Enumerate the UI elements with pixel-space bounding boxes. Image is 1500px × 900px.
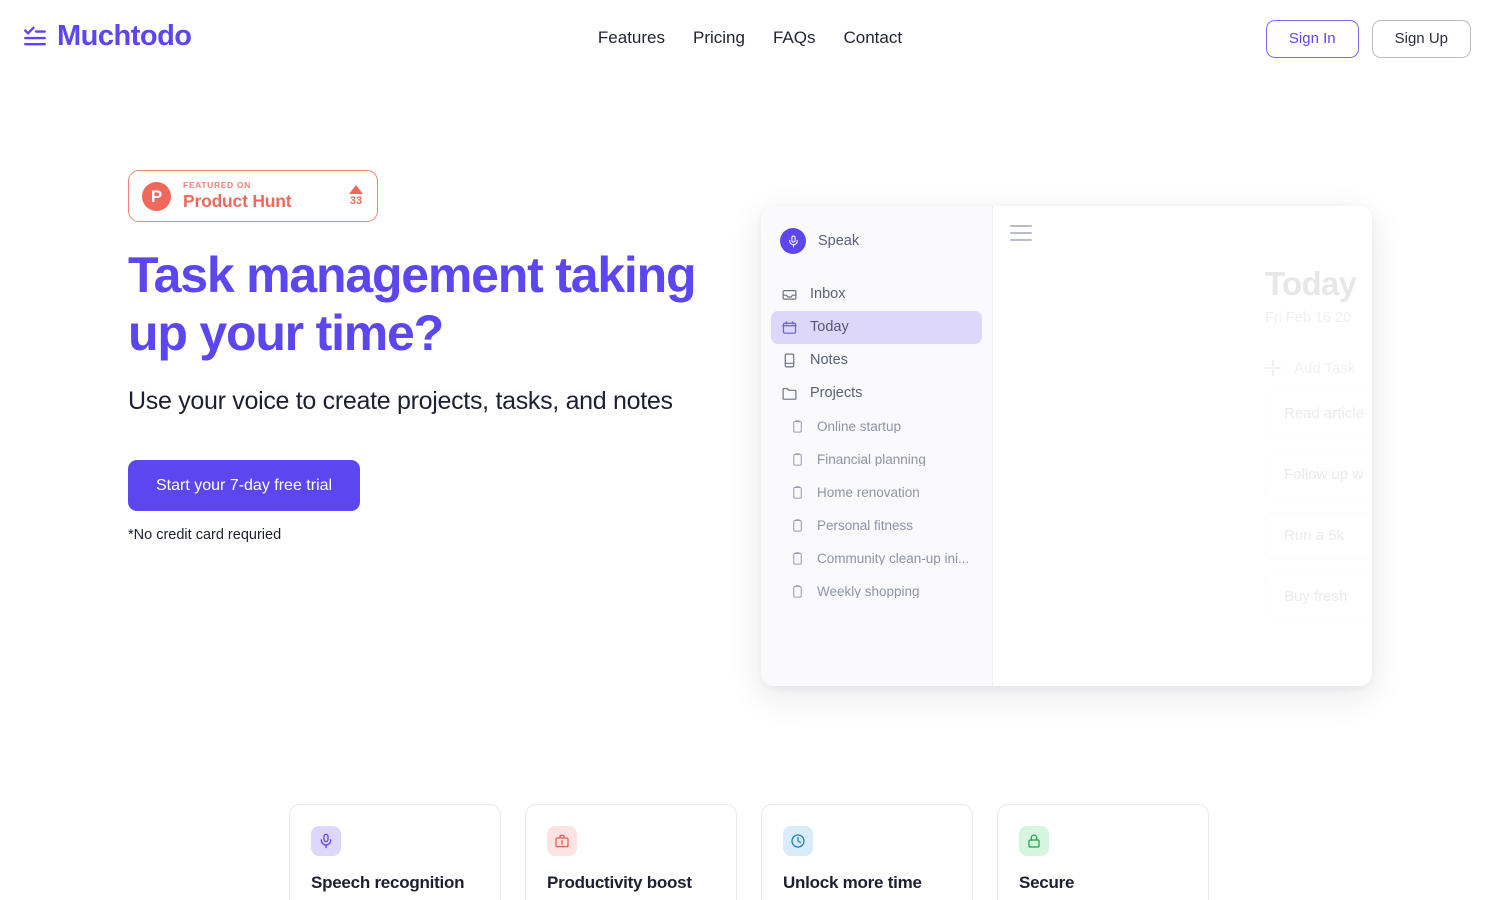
- microphone-icon: [311, 826, 341, 856]
- site-header: Muchtodo Features Pricing FAQs Contact S…: [0, 0, 1500, 78]
- clipboard-icon: [790, 518, 805, 533]
- triangle-up-icon: [349, 185, 363, 194]
- clipboard-icon: [790, 551, 805, 566]
- cta-note: *No credit card requried: [128, 527, 282, 544]
- feature-card-secure: Secure We will never store your voice da…: [997, 804, 1209, 900]
- project-item-home-renovation[interactable]: Home renovation: [771, 476, 982, 509]
- product-hunt-kicker: FEATURED ON: [183, 180, 251, 191]
- sidebar-item-projects[interactable]: Projects: [771, 377, 982, 410]
- sidebar-item-label: Projects: [810, 385, 863, 402]
- nav-link-pricing[interactable]: Pricing: [693, 26, 745, 50]
- project-item-personal-fitness[interactable]: Personal fitness: [771, 509, 982, 542]
- app-preview-mockup: Speak Inbox Today Notes Projects Online …: [761, 206, 1372, 686]
- clipboard-icon: [790, 485, 805, 500]
- clipboard-icon: [790, 419, 805, 434]
- nav-link-features[interactable]: Features: [598, 26, 665, 50]
- nav-link-contact[interactable]: Contact: [843, 26, 902, 50]
- feature-card-unlock-more-time: Unlock more time Don't waste your time t…: [761, 804, 973, 900]
- product-hunt-text: FEATURED ON Product Hunt: [183, 180, 337, 211]
- project-item-label: Weekly shopping: [817, 584, 920, 599]
- auth-actions: Sign In Sign Up: [1265, 20, 1471, 58]
- checklist-icon: [22, 24, 48, 50]
- hero-section: P FEATURED ON Product Hunt 33 Task manag…: [0, 78, 1500, 900]
- project-item-label: Financial planning: [817, 452, 926, 467]
- sign-up-button[interactable]: Sign Up: [1371, 20, 1471, 58]
- sidebar-item-today[interactable]: Today: [771, 311, 982, 344]
- project-item-financial-planning[interactable]: Financial planning: [771, 443, 982, 476]
- sidebar-item-notes[interactable]: Notes: [771, 344, 982, 377]
- project-item-label: Community clean-up ini...: [817, 551, 970, 566]
- speak-button[interactable]: Speak: [771, 224, 982, 254]
- brand-logo[interactable]: Muchtodo: [22, 22, 192, 51]
- project-item-label: Home renovation: [817, 485, 920, 500]
- project-item-community-clean-up[interactable]: Community clean-up ini...: [771, 542, 982, 575]
- hero-copy: P FEATURED ON Product Hunt 33 Task manag…: [128, 170, 728, 545]
- briefcase-icon: [547, 826, 577, 856]
- plus-icon: [1265, 360, 1281, 377]
- feature-card-productivity-boost: Productivity boost Boost your productivi…: [525, 804, 737, 900]
- note-icon: [781, 352, 798, 369]
- task-item[interactable]: Read article: [1265, 389, 1372, 438]
- mock-panel-date: Fri Feb 16 20: [1265, 310, 1352, 327]
- project-item-weekly-shopping[interactable]: Weekly shopping: [771, 575, 982, 608]
- project-item-online-startup[interactable]: Online startup: [771, 410, 982, 443]
- sidebar-item-label: Notes: [810, 352, 848, 369]
- features-grid: Speech recognition Just speak and see yo…: [289, 804, 1211, 900]
- feature-title: Speech recognition: [311, 873, 465, 892]
- task-item[interactable]: Buy fresh: [1265, 572, 1372, 621]
- speak-label: Speak: [818, 232, 860, 249]
- hamburger-menu-icon[interactable]: [1010, 225, 1032, 241]
- clipboard-icon: [790, 584, 805, 599]
- mock-main-panel: Today Fri Feb 16 20 Add Task Read articl…: [993, 206, 1372, 686]
- sidebar-item-label: Today: [810, 319, 849, 336]
- sign-in-button[interactable]: Sign In: [1265, 20, 1359, 58]
- product-hunt-title: Product Hunt: [183, 190, 292, 211]
- feature-title: Unlock more time: [783, 873, 922, 892]
- sidebar-item-inbox[interactable]: Inbox: [771, 278, 982, 311]
- add-task-button[interactable]: Add Task: [1265, 360, 1372, 377]
- hero-subtitle: Use your voice to create projects, tasks…: [128, 387, 673, 415]
- product-hunt-votes: 33: [349, 185, 363, 207]
- calendar-today-icon: [781, 319, 798, 336]
- microphone-icon: [780, 228, 806, 254]
- folder-icon: [781, 385, 798, 402]
- task-item[interactable]: Follow up w: [1265, 450, 1372, 499]
- product-hunt-logo-icon: P: [142, 181, 171, 211]
- mock-panel-title: Today: [1265, 265, 1357, 302]
- start-free-trial-button[interactable]: Start your 7-day free trial: [128, 459, 361, 512]
- product-hunt-badge[interactable]: P FEATURED ON Product Hunt 33: [128, 170, 378, 222]
- page-title: Task management taking up your time?: [128, 247, 697, 361]
- clock-icon: [783, 826, 813, 856]
- main-nav: Features Pricing FAQs Contact: [598, 26, 902, 50]
- add-task-label: Add Task: [1294, 359, 1356, 377]
- task-item[interactable]: Run a 5k: [1265, 511, 1372, 560]
- feature-title: Secure: [1019, 873, 1075, 892]
- lock-icon: [1019, 826, 1049, 856]
- project-item-label: Online startup: [817, 419, 902, 434]
- clipboard-icon: [790, 452, 805, 467]
- inbox-icon: [781, 286, 798, 303]
- project-item-label: Personal fitness: [817, 518, 914, 533]
- nav-link-faqs[interactable]: FAQs: [773, 26, 816, 50]
- feature-title: Productivity boost: [547, 873, 692, 892]
- product-hunt-vote-count: 33: [349, 195, 363, 207]
- sidebar-item-label: Inbox: [810, 286, 846, 303]
- feature-card-speech-recognition: Speech recognition Just speak and see yo…: [289, 804, 501, 900]
- mock-today-panel: Today Fri Feb 16 20 Add Task Read articl…: [1265, 265, 1372, 621]
- mock-sidebar: Speak Inbox Today Notes Projects Online …: [761, 206, 993, 686]
- brand-name: Muchtodo: [57, 20, 192, 52]
